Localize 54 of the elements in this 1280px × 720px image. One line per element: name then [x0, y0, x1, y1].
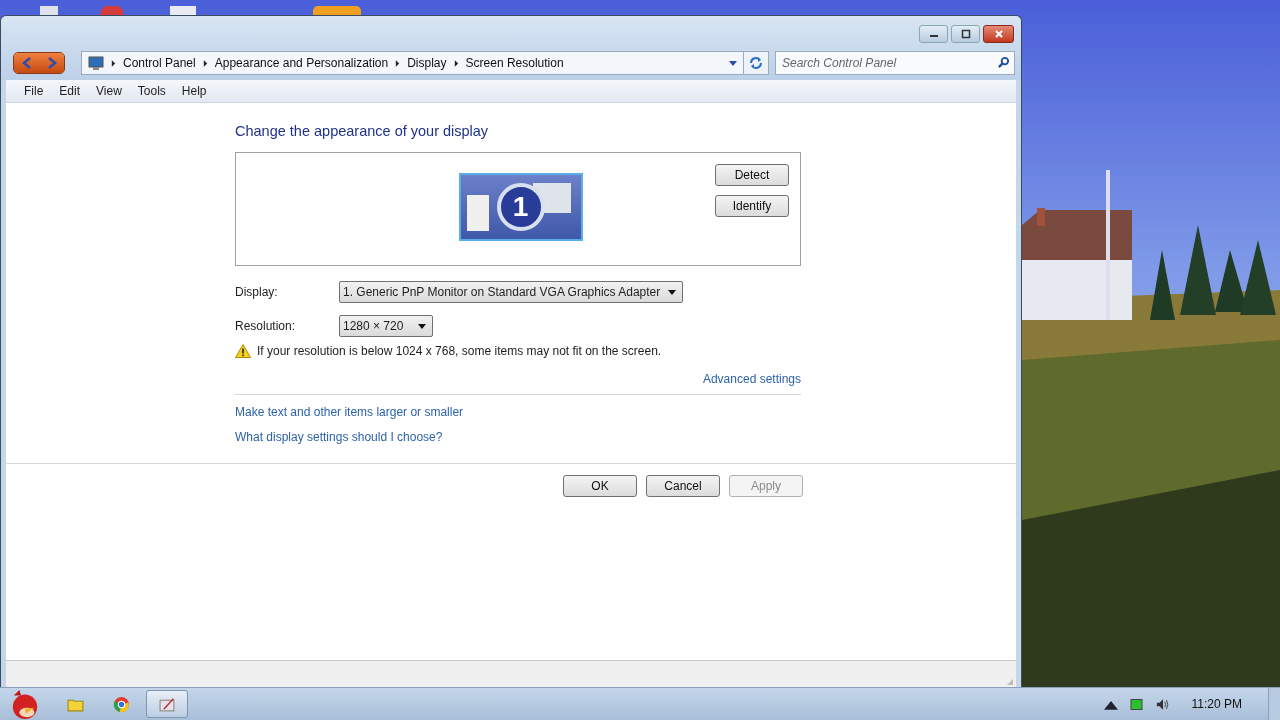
- close-button[interactable]: [983, 25, 1014, 43]
- warning-text: If your resolution is below 1024 x 768, some items may not fit on the screen.: [257, 344, 662, 358]
- forward-button[interactable]: [39, 53, 64, 73]
- menu-item[interactable]: Edit: [51, 84, 89, 98]
- field-label: Display:: [235, 285, 279, 299]
- clock[interactable]: 11:20 PM: [1191, 697, 1242, 711]
- menu-item[interactable]: File: [17, 84, 52, 98]
- search-icon: [997, 56, 1010, 69]
- page-heading: Change the appearance of your display: [235, 123, 490, 139]
- address-bar[interactable]: Control Panel Appearance and Personalization Display Screen Resolution: [81, 51, 744, 75]
- maximize-button[interactable]: [951, 25, 980, 43]
- monitor-icon: [88, 55, 104, 71]
- chevron-icon: [395, 59, 401, 67]
- breadcrumb-item[interactable]: Screen Resolution: [465, 56, 564, 70]
- panel-button[interactable]: Identify: [715, 195, 789, 217]
- paint-icon: [158, 695, 176, 713]
- speaker-icon[interactable]: [1155, 697, 1170, 711]
- chevron-icon: [111, 59, 116, 67]
- refresh-icon: [749, 56, 763, 70]
- display-dropdown[interactable]: 1. Generic PnP Monitor on Standard VGA Graphics Adapter: [339, 281, 684, 303]
- dropdown-arrow-icon: [729, 60, 737, 66]
- search-field[interactable]: Search Control Panel: [775, 51, 1015, 75]
- desktop-shortcut-icon[interactable]: [170, 6, 196, 16]
- battery-icon[interactable]: [1129, 697, 1144, 711]
- desktop-shortcut-icon[interactable]: [40, 6, 58, 16]
- field-label: Resolution:: [235, 319, 297, 333]
- monitor-tile[interactable]: 1: [458, 173, 583, 241]
- help-link[interactable]: What display settings should I choose?: [235, 430, 443, 444]
- browser-icon: [112, 695, 130, 713]
- dialog-button[interactable]: OK: [563, 475, 637, 497]
- refresh-button[interactable]: [743, 51, 769, 75]
- dropdown-arrow-icon: [668, 289, 677, 295]
- monitor-number: 1: [496, 183, 545, 231]
- taskbar-app-button[interactable]: [146, 690, 188, 718]
- resolution-dropdown[interactable]: 1280 × 720: [339, 315, 433, 337]
- close-icon: [993, 29, 1004, 39]
- minimize-button[interactable]: [919, 25, 948, 43]
- warning-icon: [235, 344, 251, 358]
- dialog-button[interactable]: Cancel: [646, 475, 720, 497]
- menu-item[interactable]: Tools: [129, 84, 174, 98]
- menu-item[interactable]: Help: [173, 84, 215, 98]
- dropdown-arrow-icon: [418, 323, 426, 329]
- breadcrumb-item[interactable]: Display: [407, 56, 447, 70]
- breadcrumb-item[interactable]: Appearance and Personalization: [214, 56, 389, 70]
- breadcrumb-item[interactable]: Control Panel: [123, 56, 196, 70]
- help-link[interactable]: Make text and other items larger or smaller: [235, 405, 464, 419]
- chevron-icon: [453, 59, 459, 67]
- menu-item[interactable]: View: [88, 84, 130, 98]
- back-button[interactable]: [14, 53, 39, 73]
- panel-button[interactable]: Detect: [715, 164, 789, 186]
- window-thumbnail: [466, 195, 489, 231]
- maximize-icon: [960, 29, 971, 39]
- chevron-icon: [202, 59, 208, 67]
- advanced-settings-link[interactable]: Advanced settings: [702, 372, 801, 386]
